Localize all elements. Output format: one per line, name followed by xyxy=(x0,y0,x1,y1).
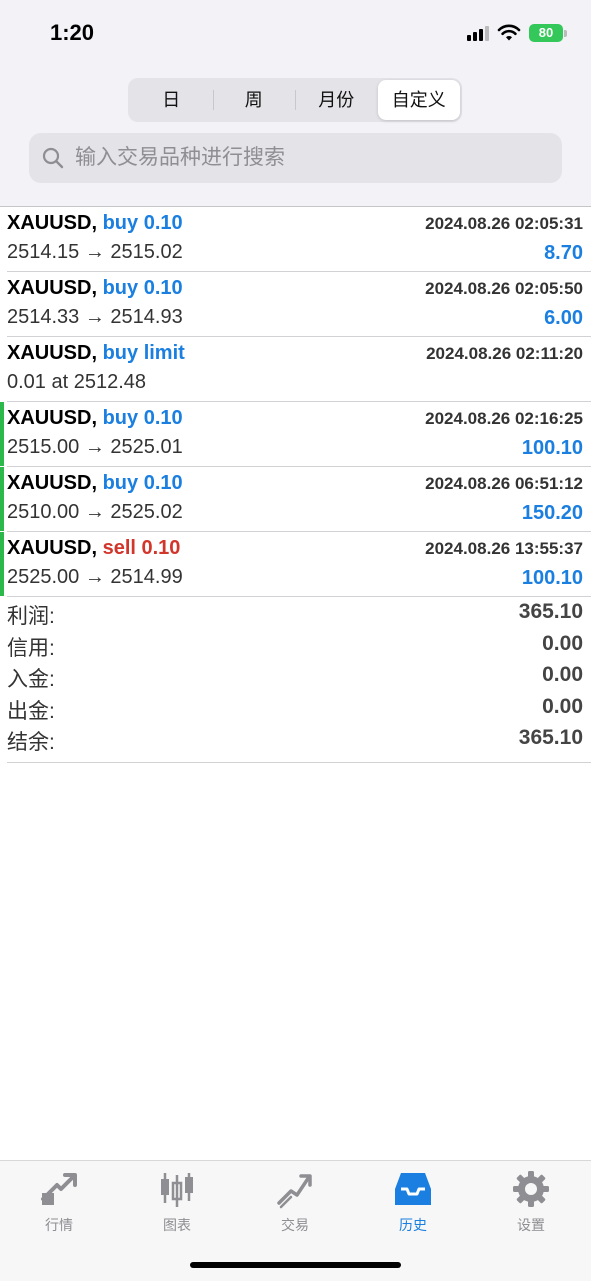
trade-detail: 2525.00 → 2514.99 xyxy=(7,566,183,588)
trade-detail: 0.01 at 2512.48 xyxy=(7,371,147,393)
search-input[interactable] xyxy=(73,145,517,171)
trade-row[interactable]: XAUUSD, buy 0.10 2024.08.26 02:05:50 2514.… xyxy=(7,272,591,337)
trade-profit: 8.70 xyxy=(544,242,583,264)
trade-symbol: XAUUSD, xyxy=(7,277,98,299)
trade-profit: 6.00 xyxy=(544,307,583,329)
trade-profit: 100.10 xyxy=(521,437,583,459)
trade-side: buy 0.10 xyxy=(102,212,183,234)
trade-symbol: XAUUSD, xyxy=(7,537,98,559)
tab-chart-label: 图表 xyxy=(163,1217,191,1233)
trade-detail: 2510.00 → 2525.02 xyxy=(7,501,183,523)
trade-history-list: XAUUSD, buy 0.10 2024.08.26 02:05:31 2514.… xyxy=(0,206,591,597)
trade-symbol: XAUUSD, xyxy=(7,212,98,234)
tab-quotes[interactable]: 行情 xyxy=(0,1169,118,1235)
tab-settings[interactable]: 设置 xyxy=(472,1169,590,1235)
segment-day[interactable]: 日 xyxy=(130,80,213,120)
account-summary: 利润: 365.10 信用: 0.00 入金: 0.00 出金: 0.00 结余: 365.10 xyxy=(7,598,591,763)
closed-position-marker xyxy=(0,532,4,596)
summary-row: 入金: 0.00 xyxy=(7,661,591,693)
summary-value: 0.00 xyxy=(542,694,583,718)
cellular-signal-icon xyxy=(467,25,489,41)
trade-side: buy limit xyxy=(102,342,185,364)
trade-date: 2024.08.26 02:05:31 xyxy=(425,214,583,233)
trade-detail: 2515.00 → 2525.01 xyxy=(7,436,183,458)
home-indicator xyxy=(190,1262,401,1268)
wifi-icon xyxy=(497,24,521,41)
tab-trade[interactable]: 交易 xyxy=(236,1169,354,1235)
trade-profit: 100.10 xyxy=(521,567,583,589)
trade-row[interactable]: XAUUSD, buy 0.10 2024.08.26 06:51:12 2510.… xyxy=(0,467,591,532)
trade-date: 2024.08.26 06:51:12 xyxy=(425,474,583,493)
battery-icon: 80 xyxy=(529,24,567,42)
trade-title: XAUUSD, buy 0.10 xyxy=(7,407,183,430)
tab-quotes-label: 行情 xyxy=(45,1217,73,1233)
segment-custom[interactable]: 自定义 xyxy=(377,80,460,120)
summary-row: 出金: 0.00 xyxy=(7,693,591,725)
search-icon xyxy=(42,147,64,169)
summary-label: 结余: xyxy=(7,731,55,754)
summary-label: 信用: xyxy=(7,636,55,660)
trade-title: XAUUSD, buy 0.10 xyxy=(7,277,183,300)
summary-label: 入金: xyxy=(7,668,55,691)
closed-position-marker xyxy=(0,402,4,466)
summary-value: 0.00 xyxy=(542,631,583,655)
summary-row: 信用: 0.00 xyxy=(7,630,591,662)
trade-side: buy 0.10 xyxy=(102,472,183,494)
history-icon xyxy=(395,1173,431,1205)
summary-row: 利润: 365.10 xyxy=(7,598,591,630)
summary-value: 365.10 xyxy=(518,726,583,749)
tab-trade-label: 交易 xyxy=(281,1217,309,1233)
trade-row[interactable]: XAUUSD, sell 0.10 2024.08.26 13:55:37 2525… xyxy=(0,532,591,597)
settings-icon xyxy=(513,1171,549,1207)
trade-date: 2024.08.26 02:05:50 xyxy=(425,279,583,298)
trade-side: buy 0.10 xyxy=(102,277,183,299)
trade-title: XAUUSD, buy 0.10 xyxy=(7,212,183,235)
tab-history-label: 历史 xyxy=(399,1217,427,1233)
status-time: 1:20 xyxy=(50,20,95,45)
trade-side: buy 0.10 xyxy=(102,407,183,429)
trade-date: 2024.08.26 02:11:20 xyxy=(426,344,583,363)
segment-month[interactable]: 月份 xyxy=(295,80,378,120)
summary-value: 365.10 xyxy=(518,600,583,623)
trade-title: XAUUSD, buy 0.10 xyxy=(7,472,183,495)
trade-row[interactable]: XAUUSD, buy limit 2024.08.26 02:11:20 0.01… xyxy=(7,337,591,402)
quotes-icon xyxy=(41,1173,77,1205)
summary-row: 结余: 365.10 xyxy=(7,724,591,756)
trade-symbol: XAUUSD, xyxy=(7,472,98,494)
trade-date: 2024.08.26 13:55:37 xyxy=(425,539,583,558)
search-bar[interactable] xyxy=(29,133,562,183)
tab-chart[interactable]: 图表 xyxy=(118,1169,236,1235)
status-bar: 1:20 80 xyxy=(0,0,591,70)
trade-title: XAUUSD, sell 0.10 xyxy=(7,537,180,560)
chart-icon xyxy=(161,1173,193,1207)
summary-label: 利润: xyxy=(7,605,55,628)
tab-history[interactable]: 历史 xyxy=(354,1169,472,1235)
summary-label: 出金: xyxy=(7,699,55,723)
trade-row[interactable]: XAUUSD, buy 0.10 2024.08.26 02:05:31 2514.… xyxy=(7,207,591,272)
trade-title: XAUUSD, buy limit xyxy=(7,342,185,365)
trade-date: 2024.08.26 02:16:25 xyxy=(425,409,583,428)
summary-value: 0.00 xyxy=(542,663,583,686)
trade-profit: 150.20 xyxy=(521,502,583,524)
battery-level: 80 xyxy=(529,24,563,42)
trade-symbol: XAUUSD, xyxy=(7,407,98,429)
period-segmented-control: 日 周 月份 自定义 xyxy=(128,78,462,122)
trade-detail: 2514.15 → 2515.02 xyxy=(7,241,183,263)
tab-settings-label: 设置 xyxy=(517,1217,545,1233)
trade-side: sell 0.10 xyxy=(102,537,181,559)
status-icons: 80 xyxy=(467,24,567,42)
trade-detail: 2514.33 → 2514.93 xyxy=(7,306,183,328)
segment-week[interactable]: 周 xyxy=(212,80,296,120)
closed-position-marker xyxy=(0,467,4,531)
trade-row[interactable]: XAUUSD, buy 0.10 2024.08.26 02:16:25 2515.… xyxy=(0,402,591,467)
trade-icon xyxy=(277,1174,312,1209)
trade-symbol: XAUUSD, xyxy=(7,342,98,364)
